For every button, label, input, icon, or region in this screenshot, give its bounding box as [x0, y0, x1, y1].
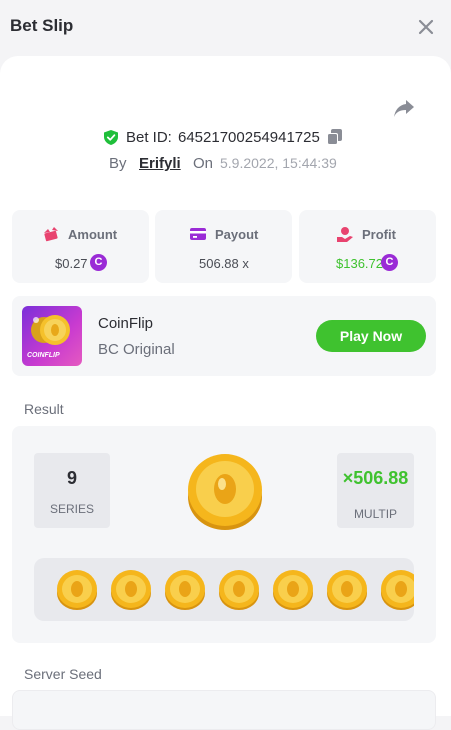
game-name: CoinFlip	[98, 315, 154, 332]
multiplier-label: MULTIP	[353, 507, 398, 521]
hand-coin-icon	[337, 227, 353, 242]
payout-label: Payout	[215, 227, 259, 242]
coinflip-thumbnail[interactable]: COINFLIP	[22, 306, 82, 366]
coin-history-icon	[327, 570, 367, 610]
by-label: By	[109, 155, 127, 172]
on-label: On	[193, 155, 214, 172]
thumb-label: COINFLIP	[27, 352, 60, 359]
bet-date: 5.9.2022, 15:44:39	[220, 155, 337, 171]
page-title: Bet Slip	[10, 16, 74, 35]
username-link[interactable]: Erifyli	[139, 155, 181, 172]
series-label: SERIES	[49, 502, 94, 516]
server-seed-label: Server Seed	[24, 666, 102, 682]
currency-coin-icon: C	[90, 254, 107, 271]
profit-card: Profit $136.72 C	[299, 210, 436, 283]
coin-history-icon	[57, 570, 97, 610]
currency-coin-icon: C	[381, 254, 398, 271]
close-icon[interactable]	[416, 17, 436, 37]
game-subtitle: BC Original	[98, 341, 175, 358]
bet-id-label: Bet ID:	[126, 129, 172, 146]
server-seed-field[interactable]	[12, 690, 436, 730]
bet-id-value: 64521700254941725	[178, 129, 320, 146]
amount-label: Amount	[68, 227, 118, 242]
amount-value: $0.27	[55, 256, 88, 271]
coin-history-icon	[219, 570, 259, 610]
coin-history-icon	[381, 570, 414, 610]
amount-card: Amount $0.27 C	[12, 210, 149, 283]
coin-result-icon	[188, 454, 262, 530]
series-box	[34, 453, 110, 528]
multiplier-value: ×506.88	[342, 468, 409, 488]
result-label: Result	[24, 401, 64, 417]
card-icon	[190, 228, 206, 240]
verified-shield-icon	[104, 130, 118, 145]
header: Bet Slip	[0, 0, 451, 56]
coin-history-icon	[111, 570, 151, 610]
play-now-button[interactable]: Play Now	[316, 320, 426, 352]
payout-value: 506.88 x	[199, 256, 249, 271]
share-icon[interactable]	[393, 98, 415, 118]
payout-card: Payout 506.88 x	[155, 210, 292, 283]
coin-history-icon	[273, 570, 313, 610]
coin-history-strip	[34, 558, 414, 621]
profit-value: $136.72	[336, 256, 383, 271]
coin-history-icon	[165, 570, 205, 610]
profit-label: Profit	[362, 227, 396, 242]
series-value: 9	[66, 468, 77, 488]
copy-icon[interactable]	[327, 129, 342, 145]
money-wings-icon	[44, 227, 58, 242]
